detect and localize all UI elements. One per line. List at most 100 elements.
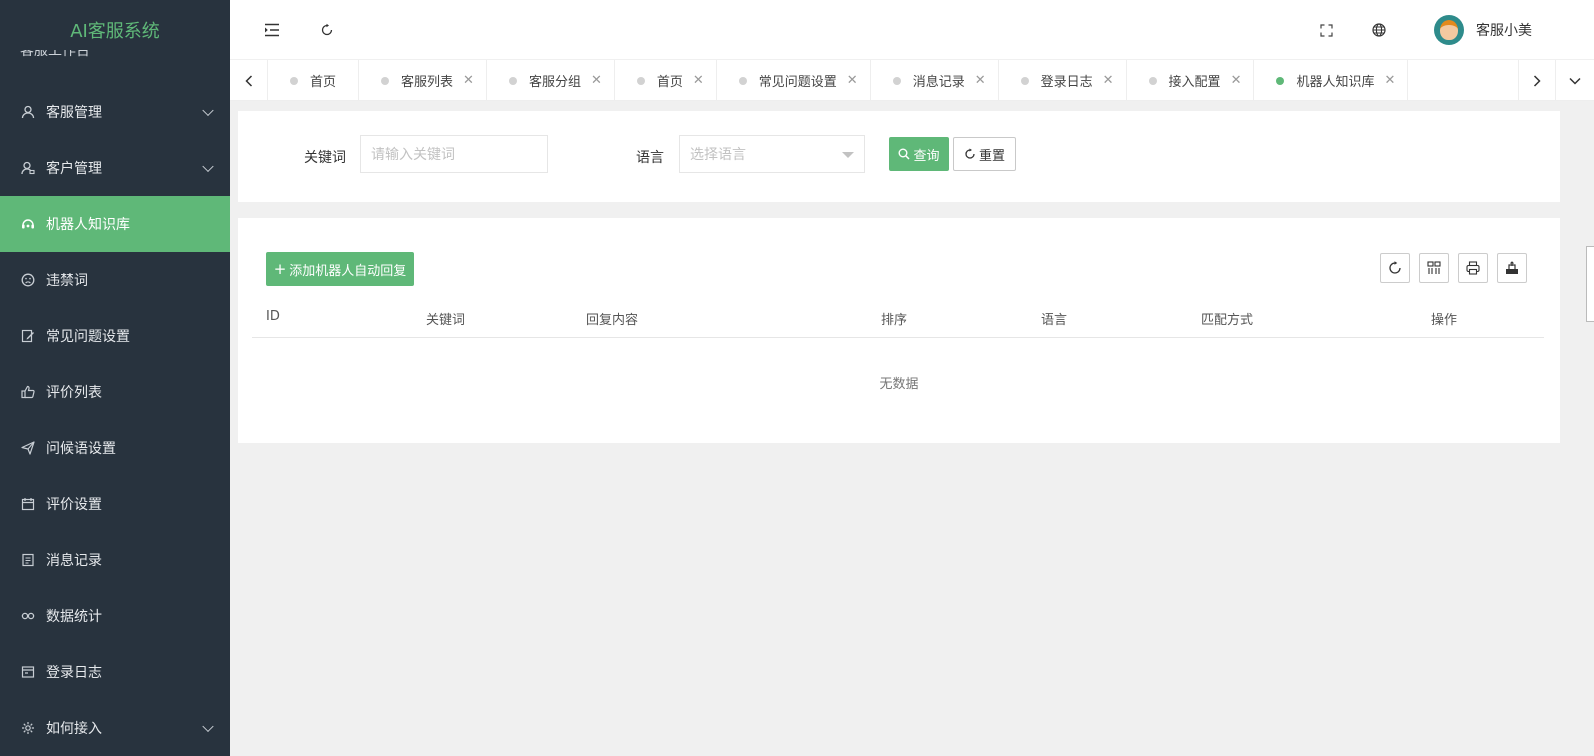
query-button[interactable]: 查询: [889, 137, 949, 171]
tab-robot-knowledge[interactable]: 机器人知识库 ✕: [1254, 60, 1409, 101]
note-icon: [20, 552, 36, 568]
tab-label: 接入配置: [1168, 75, 1221, 90]
face-icon: [20, 272, 36, 288]
columns-filter-button[interactable]: [1419, 253, 1449, 283]
edit-icon: [20, 328, 36, 344]
sidebar-item-how-to-integrate[interactable]: 如何接入: [0, 700, 230, 756]
close-icon[interactable]: ✕: [693, 73, 704, 88]
tab-home-2[interactable]: 首页 ✕: [615, 60, 717, 101]
keyword-placeholder: 请输入关键词: [371, 147, 455, 163]
language-label: 语言: [636, 150, 664, 166]
menu-collapse-icon[interactable]: [260, 18, 284, 42]
sidebar-item-login-log[interactable]: 登录日志: [0, 644, 230, 700]
sidebar-item-faq-settings[interactable]: 常见问题设置: [0, 308, 230, 364]
table-panel: + 添加机器人自动回复 ID 关键词 回复内容 排序 语言 匹配方式 操作 无数…: [238, 218, 1560, 443]
tab-home[interactable]: 首页: [268, 60, 360, 101]
close-icon[interactable]: ✕: [591, 73, 602, 88]
tab-dot: [290, 76, 298, 85]
sidebar-item-label: 客户管理: [46, 161, 102, 177]
tab-dot: [738, 76, 747, 85]
reset-icon: [965, 148, 975, 159]
print-button[interactable]: [1458, 253, 1488, 283]
refresh-icon[interactable]: [315, 18, 339, 42]
tab-dot: [1276, 76, 1285, 85]
tab-dot: [636, 76, 645, 85]
tab-dot: [1148, 76, 1157, 85]
close-icon[interactable]: ✕: [975, 73, 986, 88]
print-icon: [1466, 261, 1480, 275]
keyword-input[interactable]: 请输入关键词: [360, 135, 548, 173]
export-button[interactable]: [1497, 253, 1527, 283]
sidebar-item-agent-management[interactable]: 客服管理: [0, 84, 230, 140]
chain-icon: [20, 608, 36, 624]
robot-icon: [20, 216, 36, 232]
search-panel: 关键词 请输入关键词 语言 选择语言 查询 重置: [238, 111, 1560, 202]
reset-button[interactable]: 重置: [953, 137, 1016, 171]
tab-faq-settings[interactable]: 常见问题设置 ✕: [717, 60, 871, 101]
export-icon: [1506, 261, 1518, 274]
tab-agent-groups[interactable]: 客服分组 ✕: [487, 60, 615, 101]
tab-message-records[interactable]: 消息记录 ✕: [871, 60, 999, 101]
language-select[interactable]: 选择语言: [679, 135, 865, 173]
sidebar-item-greeting-settings[interactable]: 问候语设置: [0, 420, 230, 476]
sidebar: AI客服系统 客服工作台 客服管理 客户管理 机器人知识库 违禁词 常见问题设置…: [0, 0, 230, 756]
tab-scroll-left-button[interactable]: [230, 60, 268, 101]
fullscreen-icon[interactable]: [1314, 18, 1338, 42]
customer-icon: [20, 160, 36, 176]
app-logo: AI客服系统: [70, 21, 160, 42]
reset-button-label: 重置: [978, 148, 1005, 164]
chevron-down-icon: [202, 160, 214, 173]
user-icon: [20, 104, 36, 120]
column-header: 排序: [881, 313, 908, 328]
sidebar-item-robot-knowledge[interactable]: 机器人知识库: [0, 196, 230, 252]
sidebar-item-banned-words[interactable]: 违禁词: [0, 252, 230, 308]
user-menu[interactable]: 客服小美: [1434, 15, 1532, 45]
chevron-down-icon: [202, 720, 214, 733]
thumb-icon: [20, 384, 36, 400]
add-robot-reply-button[interactable]: + 添加机器人自动回复: [266, 252, 414, 286]
sidebar-item-label: 数据统计: [46, 609, 102, 625]
sidebar-item-label: 评价设置: [46, 497, 102, 513]
send-icon: [20, 440, 36, 456]
side-scroll-handle[interactable]: [1586, 246, 1594, 322]
side-menu: 客服管理 客户管理 机器人知识库 违禁词 常见问题设置 评价列表 问候语设置 评…: [0, 84, 230, 756]
tab-label: 客服列表: [401, 75, 454, 90]
sidebar-item-statistics[interactable]: 数据统计: [0, 588, 230, 644]
empty-state-text: 无数据: [879, 377, 919, 392]
close-icon[interactable]: ✕: [847, 73, 858, 88]
tab-dot: [508, 76, 517, 85]
column-header: 回复内容: [586, 313, 639, 328]
caret-down-icon: [842, 152, 854, 158]
user-name: 客服小美: [1476, 23, 1532, 39]
tab-scroll-right-button[interactable]: [1518, 60, 1556, 101]
column-header: 关键词: [426, 313, 466, 328]
close-icon[interactable]: ✕: [463, 73, 474, 88]
sidebar-item-label: 问候语设置: [46, 441, 116, 457]
sidebar-item-label: 登录日志: [46, 665, 102, 681]
tab-access-config[interactable]: 接入配置 ✕: [1127, 60, 1255, 101]
close-icon[interactable]: ✕: [1231, 73, 1242, 88]
sidebar-item-label: 常见问题设置: [46, 329, 130, 345]
language-placeholder: 选择语言: [690, 147, 746, 163]
sidebar-item-label: 评价列表: [46, 385, 102, 401]
sidebar-item-review-settings[interactable]: 评价设置: [0, 476, 230, 532]
tab-login-log[interactable]: 登录日志 ✕: [999, 60, 1127, 101]
keyword-label: 关键词: [304, 150, 346, 166]
sidebar-item-customer-management[interactable]: 客户管理: [0, 140, 230, 196]
sidebar-item-label: 消息记录: [46, 553, 102, 569]
close-icon[interactable]: ✕: [1103, 73, 1114, 88]
tab-dot: [381, 76, 390, 85]
tab-menu-dropdown-button[interactable]: [1556, 60, 1594, 101]
calendar-icon: [20, 496, 36, 512]
plus-icon: +: [273, 260, 287, 278]
table-refresh-button[interactable]: [1380, 253, 1410, 283]
sidebar-item-review-list[interactable]: 评价列表: [0, 364, 230, 420]
tab-agent-list[interactable]: 客服列表 ✕: [359, 60, 487, 101]
globe-icon[interactable]: [1367, 18, 1391, 42]
avatar: [1434, 15, 1464, 45]
sidebar-item-message-records[interactable]: 消息记录: [0, 532, 230, 588]
tab-label: 客服分组: [528, 75, 581, 90]
tab-label: 常见问题设置: [758, 75, 837, 90]
close-icon[interactable]: ✕: [1384, 73, 1395, 88]
tab-label: 机器人知识库: [1296, 75, 1375, 90]
